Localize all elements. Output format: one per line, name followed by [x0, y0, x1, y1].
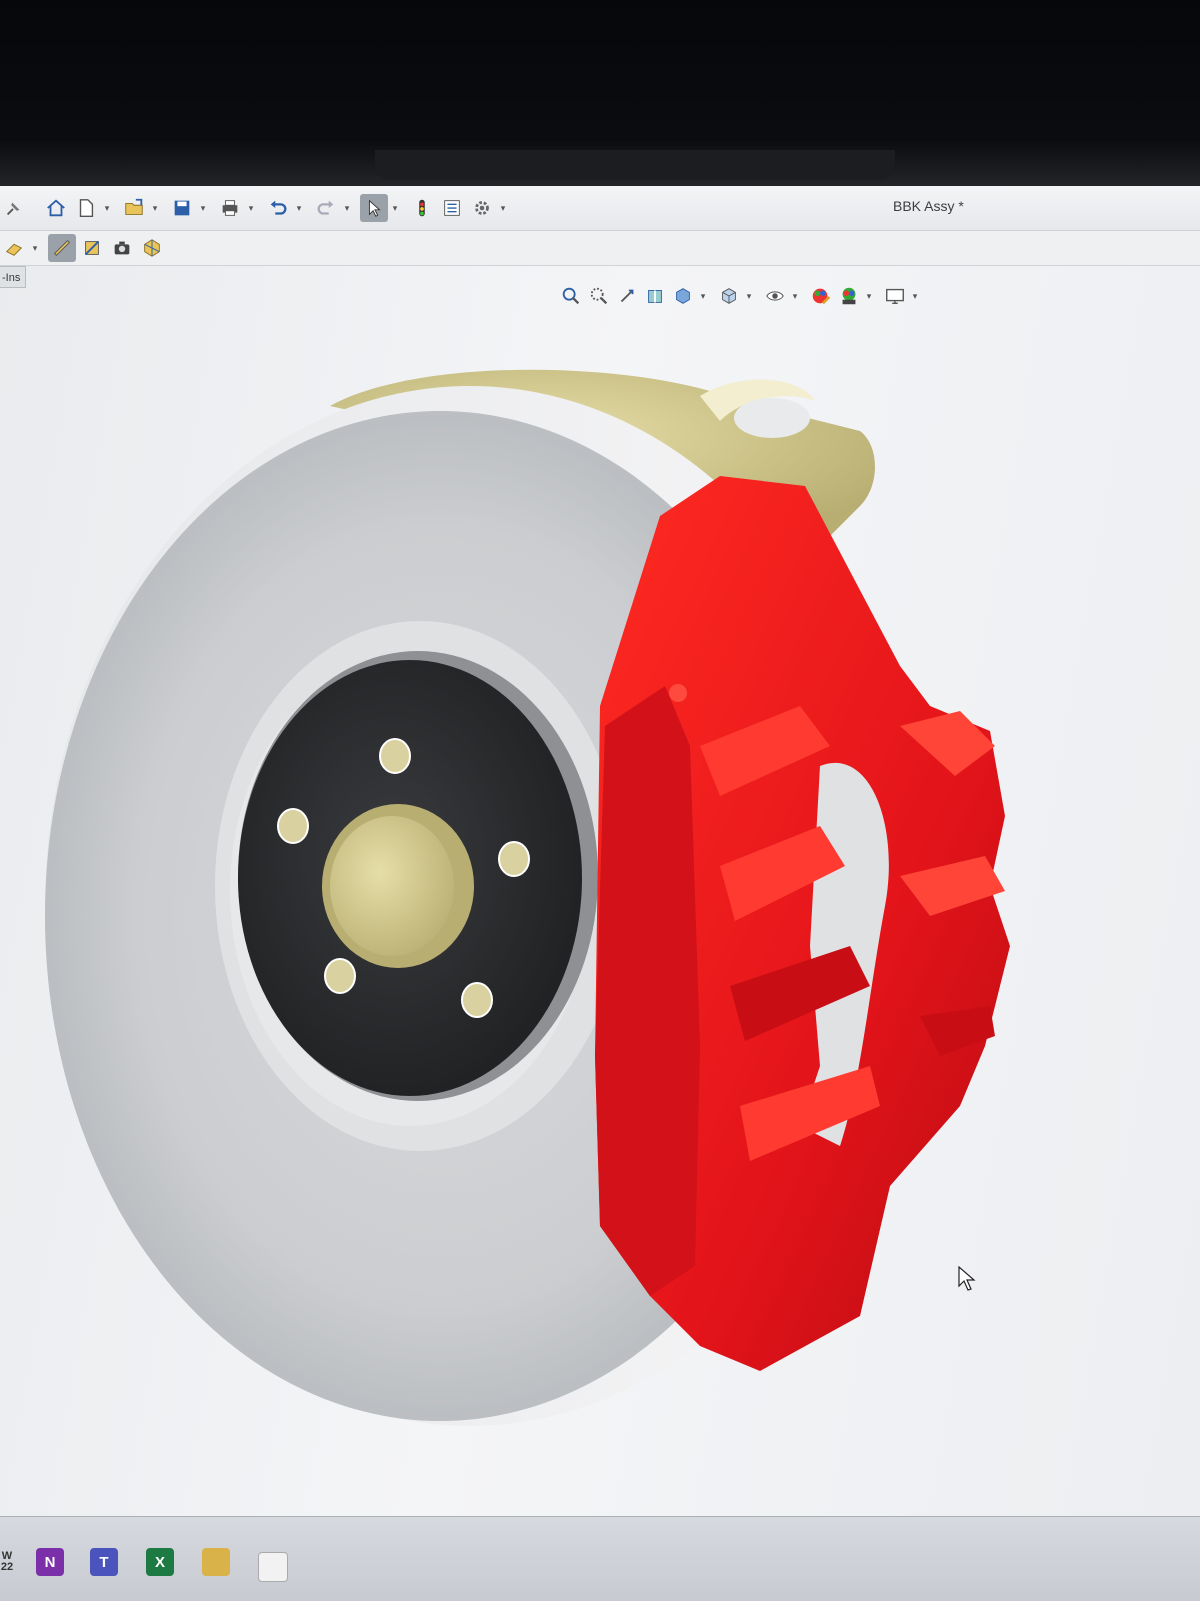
addins-tab[interactable]: -Ins — [0, 266, 26, 288]
document-title: BBK Assy * — [893, 198, 964, 214]
display-style-dropdown-icon[interactable]: ▾ — [744, 286, 754, 306]
hide-show-icon[interactable] — [762, 283, 788, 309]
view-settings-dropdown-icon[interactable]: ▾ — [910, 286, 920, 306]
main-toolbar: ▾ ▾ ▾ ▾ ▾ ▾ ▾ ▾ BBK Assy * — [0, 186, 1200, 231]
onenote-taskbar-icon[interactable]: N — [36, 1548, 64, 1576]
rebuild-icon[interactable] — [408, 194, 436, 222]
edit-appearance-icon[interactable] — [808, 283, 834, 309]
graphics-viewport[interactable] — [0, 186, 1200, 1600]
apply-scene-icon[interactable] — [836, 283, 862, 309]
home-icon[interactable] — [42, 194, 70, 222]
measure-icon[interactable] — [48, 234, 76, 262]
open-folder-icon[interactable] — [120, 194, 148, 222]
open-dropdown-icon[interactable]: ▾ — [150, 198, 160, 218]
zoom-to-area-icon[interactable] — [586, 283, 612, 309]
print-icon[interactable] — [216, 194, 244, 222]
monitor-notch — [375, 150, 895, 180]
options-dropdown-icon[interactable]: ▾ — [498, 198, 508, 218]
apply-scene-dropdown-icon[interactable]: ▾ — [864, 286, 874, 306]
display-style-icon[interactable] — [716, 283, 742, 309]
render-icon[interactable] — [138, 234, 166, 262]
camera-icon[interactable] — [108, 234, 136, 262]
save-dropdown-icon[interactable]: ▾ — [198, 198, 208, 218]
secondary-toolbar: ▾ — [0, 231, 1200, 266]
view-orientation-dropdown-icon[interactable]: ▾ — [698, 286, 708, 306]
mouse-cursor-icon — [958, 1266, 976, 1291]
options-gear-icon[interactable] — [468, 194, 496, 222]
file-explorer-taskbar-icon[interactable] — [258, 1552, 288, 1582]
windows-taskbar — [0, 1516, 1200, 1601]
select-dropdown-icon[interactable]: ▾ — [390, 198, 400, 218]
new-dropdown-icon[interactable]: ▾ — [102, 198, 112, 218]
teams-taskbar-icon[interactable]: T — [90, 1548, 118, 1576]
file-properties-icon[interactable] — [438, 194, 466, 222]
brake-caliper[interactable] — [595, 476, 1010, 1371]
monitor-bezel — [0, 0, 1200, 200]
view-settings-icon[interactable] — [882, 283, 908, 309]
undo-icon[interactable] — [264, 194, 292, 222]
zoom-to-fit-icon[interactable] — [558, 283, 584, 309]
app-taskbar-icon[interactable] — [202, 1548, 230, 1576]
hide-show-dropdown-icon[interactable]: ▾ — [790, 286, 800, 306]
heads-up-view-toolbar: ▾ ▾ ▾ ▾ ▾ — [558, 280, 928, 312]
save-icon[interactable] — [168, 194, 196, 222]
redo-icon[interactable] — [312, 194, 340, 222]
new-document-icon[interactable] — [72, 194, 100, 222]
section-view-icon[interactable] — [78, 234, 106, 262]
redo-dropdown-icon[interactable]: ▾ — [342, 198, 352, 218]
wheel-hub[interactable] — [238, 651, 598, 1101]
print-dropdown-icon[interactable]: ▾ — [246, 198, 256, 218]
undo-dropdown-icon[interactable]: ▾ — [294, 198, 304, 218]
previous-view-icon[interactable] — [614, 283, 640, 309]
taskbar-date-fragment: W 22 — [0, 1550, 14, 1573]
display-states-icon[interactable] — [0, 234, 28, 262]
excel-taskbar-icon[interactable]: X — [146, 1548, 174, 1576]
display-states-dropdown-icon[interactable]: ▾ — [30, 238, 40, 258]
select-arrow-icon[interactable] — [360, 194, 388, 222]
section-view-hud-icon[interactable] — [642, 283, 668, 309]
view-orientation-icon[interactable] — [670, 283, 696, 309]
cad-application-window: ▾ ▾ ▾ ▾ ▾ ▾ ▾ ▾ BBK Assy * ▾ -Ins ▾ ▾ ▾ … — [0, 186, 1200, 1600]
pin-icon[interactable] — [0, 194, 28, 222]
